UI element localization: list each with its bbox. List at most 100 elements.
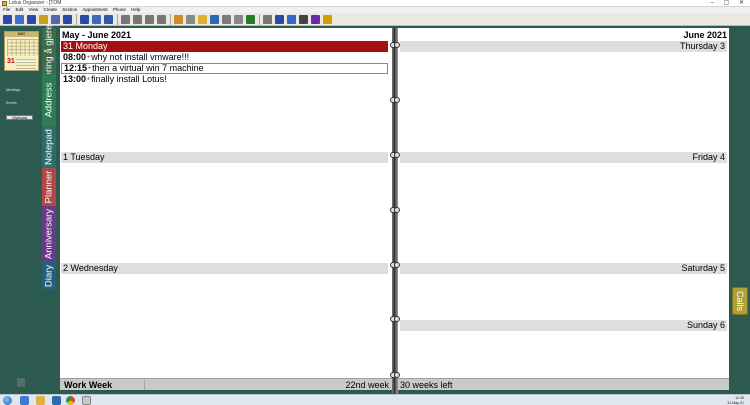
- toolbar-button-icon[interactable]: [246, 15, 255, 24]
- toolbar-separator: [117, 14, 118, 25]
- taskbar: 12:45 31-May-21: [0, 394, 750, 405]
- toolbar-button-icon[interactable]: [222, 15, 231, 24]
- toolbar-button-icon[interactable]: [234, 15, 243, 24]
- day-header-sunday[interactable]: Sunday 6: [400, 320, 727, 331]
- toolbar-button-icon[interactable]: [104, 15, 113, 24]
- appointment-entry[interactable]: 13:00●finally install Lotus!: [61, 74, 388, 85]
- appointment-entry-selected[interactable]: 12:15●then a virtual win 7 machine: [61, 63, 388, 74]
- day-header-wednesday[interactable]: 2 Wednesday: [61, 263, 388, 274]
- toolbar-button-icon[interactable]: [287, 15, 296, 24]
- chrome-icon[interactable]: [66, 396, 75, 405]
- app-icon: [2, 1, 7, 6]
- toolbar-button-icon[interactable]: [27, 15, 36, 24]
- toolbar-button-icon[interactable]: [157, 15, 166, 24]
- appointment-entry[interactable]: 08:00●why not install vmware!!!: [61, 52, 388, 63]
- binder-ring: [390, 42, 400, 48]
- title-bar: Lotus Organizer - [TOM – ▢ ✕: [0, 0, 750, 7]
- menu-appointment[interactable]: Appointment: [82, 7, 107, 12]
- appointment-time: 13:00: [63, 74, 87, 84]
- week-number: 22nd week: [345, 380, 389, 390]
- right-page-footer: 30 weeks left: [398, 378, 729, 390]
- system-tray-clock[interactable]: 12:45 31-May-21: [727, 396, 744, 405]
- toolbar-button-icon[interactable]: [63, 15, 72, 24]
- bullet-icon: ●: [87, 76, 91, 83]
- appointment-text: then a virtual win 7 machine: [92, 63, 204, 73]
- toolbar-button-icon[interactable]: [263, 15, 272, 24]
- clipboard-button[interactable]: Clipboard: [6, 115, 33, 120]
- trash-icon[interactable]: [17, 378, 25, 387]
- left-page-footer: Work Week 22nd week: [60, 378, 392, 390]
- tab-diary[interactable]: Diary: [42, 262, 56, 290]
- mini-calendar-day: 31: [7, 58, 15, 65]
- binder-ring: [390, 262, 400, 268]
- binder-ring: [390, 97, 400, 103]
- folder-icon[interactable]: [36, 396, 45, 405]
- left-page-header: May - June 2021: [62, 30, 132, 40]
- toolbar-button-icon[interactable]: [39, 15, 48, 24]
- mini-calendar-notes: [16, 59, 36, 69]
- toolbar-button-icon[interactable]: [3, 15, 12, 24]
- appointment-text: finally install Lotus!: [91, 74, 167, 84]
- start-button[interactable]: [3, 396, 12, 405]
- toolbar-button-icon[interactable]: [145, 15, 154, 24]
- meetings-item[interactable]: Meetings: [6, 88, 20, 92]
- day-header-friday[interactable]: Friday 4: [400, 152, 727, 163]
- window-title: Lotus Organizer - [TOM: [9, 0, 62, 6]
- toolbar-button-icon[interactable]: [15, 15, 24, 24]
- toolbar-button-icon[interactable]: [311, 15, 320, 24]
- binder-ring: [390, 152, 400, 158]
- toolbar-separator: [170, 14, 171, 25]
- appointment-time: 12:15: [64, 63, 88, 73]
- footer-divider: [144, 380, 145, 390]
- toolbar-button-icon[interactable]: [174, 15, 183, 24]
- toolbar-button-icon[interactable]: [210, 15, 219, 24]
- toolbar-button-icon[interactable]: [186, 15, 195, 24]
- bullet-icon: ●: [87, 54, 91, 61]
- mini-calendar-month: MAY: [5, 32, 38, 37]
- tab-calls[interactable]: Calls: [732, 287, 748, 315]
- bullet-icon: ●: [88, 65, 92, 72]
- toolbar-button-icon[interactable]: [299, 15, 308, 24]
- menu-create[interactable]: Create: [44, 7, 58, 12]
- toolbar-button-icon[interactable]: [51, 15, 60, 24]
- right-page: June 2021 Thursday 3 Friday 4 Saturday 5…: [398, 28, 729, 379]
- window-controls[interactable]: – ▢ ✕: [711, 0, 748, 7]
- day-header-saturday[interactable]: Saturday 5: [400, 263, 727, 274]
- menu-phone[interactable]: Phone: [113, 7, 126, 12]
- day-header-monday[interactable]: 31 Monday: [61, 41, 388, 52]
- toolbar-button-icon[interactable]: [133, 15, 142, 24]
- binder-ring: [390, 316, 400, 322]
- day-header-thursday[interactable]: Thursday 3: [400, 41, 727, 52]
- ie-icon[interactable]: [20, 396, 29, 405]
- toolbar-button-icon[interactable]: [198, 15, 207, 24]
- toolbar-button-icon[interactable]: [92, 15, 101, 24]
- toolbar-button-icon[interactable]: [80, 15, 89, 24]
- tab-planner[interactable]: Planner: [42, 168, 56, 206]
- binder-ring: [390, 372, 400, 378]
- events-item[interactable]: Events: [6, 101, 17, 105]
- left-panel: MAY 31 Meetings Events Clipboard: [0, 26, 41, 394]
- work-week-label[interactable]: Work Week: [64, 379, 112, 391]
- tab-addresses[interactable]: Address: [42, 74, 56, 126]
- day-header-tuesday[interactable]: 1 Tuesday: [61, 152, 388, 163]
- menu-edit[interactable]: Edit: [16, 7, 24, 12]
- media-player-icon[interactable]: [52, 396, 61, 405]
- toolbar-button-icon[interactable]: [275, 15, 284, 24]
- tab-notepad[interactable]: Notepad: [42, 126, 56, 168]
- mini-calendar-grid[interactable]: [7, 39, 38, 56]
- menu-section[interactable]: Section: [62, 7, 77, 12]
- menu-file[interactable]: File: [3, 7, 10, 12]
- toolbar-button-icon[interactable]: [323, 15, 332, 24]
- mini-calendar[interactable]: MAY 31: [4, 31, 39, 71]
- right-page-header: June 2021: [683, 30, 727, 40]
- menu-help[interactable]: Help: [131, 7, 140, 12]
- appointment-time: 08:00: [63, 52, 87, 62]
- appointment-text: why not install vmware!!!: [91, 52, 190, 62]
- tab-spare[interactable]: ering å gjere: [42, 25, 56, 77]
- tab-anniversary[interactable]: Anniversary: [42, 206, 56, 262]
- menu-view[interactable]: View: [29, 7, 39, 12]
- weeks-left: 30 weeks left: [400, 380, 453, 390]
- clock-date: 31-May-21: [727, 400, 744, 405]
- toolbar-button-icon[interactable]: [121, 15, 130, 24]
- organizer-taskbar-icon[interactable]: [82, 396, 91, 405]
